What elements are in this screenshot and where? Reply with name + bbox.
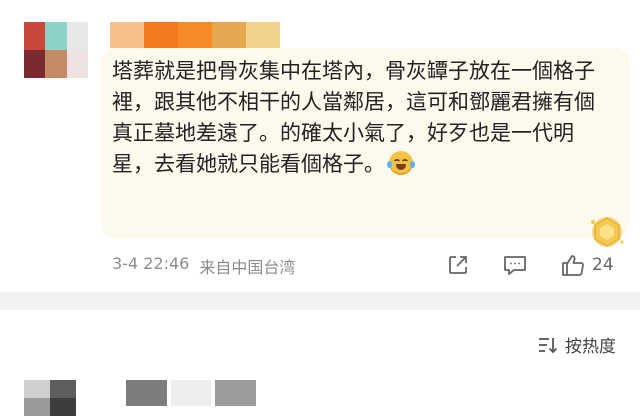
location: 来自中国台湾 xyxy=(199,258,296,277)
avatar-tile xyxy=(24,380,50,398)
username-tile xyxy=(170,380,212,406)
avatar[interactable] xyxy=(24,380,76,416)
avatar[interactable] xyxy=(24,22,88,78)
comment-meta: 3-4 22:46 来自中国台湾 xyxy=(112,254,295,278)
sort-button[interactable]: 按热度 xyxy=(537,332,616,357)
avatar-tile xyxy=(45,22,67,50)
username-tile xyxy=(212,22,246,48)
share-icon xyxy=(449,256,467,274)
like-count: 24 xyxy=(592,255,614,275)
avatar-tile xyxy=(24,398,50,416)
username-tile xyxy=(126,380,167,406)
avatar-tile xyxy=(66,22,88,50)
share-button[interactable] xyxy=(446,252,470,278)
username[interactable] xyxy=(110,22,280,48)
avatar-tile xyxy=(66,50,88,78)
sort-label: 按热度 xyxy=(565,337,616,357)
username-tile xyxy=(178,22,212,48)
avatar-tile xyxy=(24,22,46,50)
laughing-crying-emoji-icon xyxy=(387,151,415,175)
avatar-tile xyxy=(50,398,76,416)
avatar-tile xyxy=(50,380,76,398)
username-tile xyxy=(144,22,178,48)
thumbs-up-icon xyxy=(562,255,584,276)
diamond-medal-icon xyxy=(586,212,628,252)
username-tile xyxy=(215,380,257,406)
timestamp: 3-4 22:46 xyxy=(112,254,190,273)
reply-button[interactable] xyxy=(502,252,528,278)
sort-icon xyxy=(539,337,558,353)
username-tile xyxy=(110,22,144,48)
section-divider xyxy=(0,292,640,310)
comment-icon xyxy=(504,256,526,275)
avatar-tile xyxy=(45,50,67,78)
username-tile xyxy=(246,22,280,48)
username[interactable] xyxy=(126,380,257,406)
comment-body: 塔葬就是把骨灰集中在塔內，骨灰罈子放在一個格子裡，跟其他不相干的人當鄰居，這可和… xyxy=(112,59,595,176)
like-button[interactable]: 24 xyxy=(560,252,614,278)
comment-text: 塔葬就是把骨灰集中在塔內，骨灰罈子放在一個格子裡，跟其他不相干的人當鄰居，這可和… xyxy=(112,56,612,180)
avatar-tile xyxy=(24,50,46,78)
